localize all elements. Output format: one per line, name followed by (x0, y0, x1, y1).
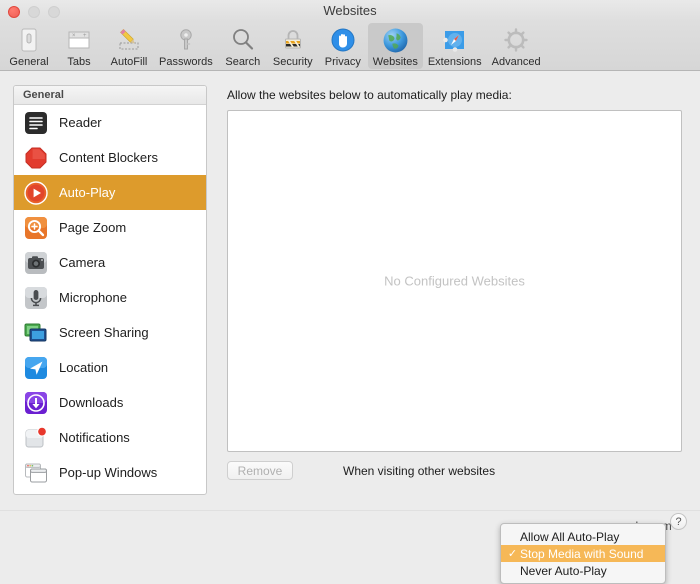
toolbar-label: Websites (372, 56, 418, 68)
downloads-icon (24, 391, 48, 415)
main-pane-footer: Remove When visiting other websites (227, 461, 682, 480)
preferences-toolbar: General × + Tabs AutoFill Passwords Sear… (0, 22, 700, 71)
sidebar-item-location[interactable]: Location (14, 350, 206, 385)
auto-play-popup-menu[interactable]: Allow All Auto-Play ✓ Stop Media with So… (500, 523, 666, 584)
other-websites-label: When visiting other websites (343, 463, 496, 478)
sidebar-header: General (14, 86, 206, 105)
sidebar-item-popup-windows[interactable]: Pop-up Windows (14, 455, 206, 490)
toolbar-item-autofill[interactable]: AutoFill (104, 23, 154, 69)
sidebar-item-label: Content Blockers (59, 150, 158, 165)
microphone-icon (24, 286, 48, 310)
toolbar-label: Security (272, 56, 313, 68)
location-icon (24, 356, 48, 380)
extensions-icon (440, 25, 470, 55)
toolbar-label: Search (225, 56, 261, 68)
sidebar-item-microphone[interactable]: Microphone (14, 280, 206, 315)
sidebar-item-label: Notifications (59, 430, 130, 445)
help-button[interactable]: ? (670, 513, 687, 530)
sidebar-item-notifications[interactable]: Notifications (14, 420, 206, 455)
toolbar-label: Privacy (324, 56, 361, 68)
menu-item-label: Allow All Auto-Play (520, 529, 620, 544)
sidebar-item-screen-sharing[interactable]: Screen Sharing (14, 315, 206, 350)
toolbar-item-websites[interactable]: Websites (367, 23, 423, 69)
toolbar-item-security[interactable]: Security (268, 23, 318, 69)
tabs-icon: × + (64, 25, 94, 55)
sidebar-item-label: Location (59, 360, 109, 375)
preferences-window: Websites General × + Tabs AutoFill Passw… (0, 0, 700, 584)
sidebar-item-label: Microphone (59, 290, 127, 305)
toolbar-label: Extensions (427, 56, 482, 68)
toolbar-label: Passwords (159, 56, 213, 68)
check-icon: ✓ (507, 548, 518, 560)
menu-item-never-auto-play[interactable]: Never Auto-Play (501, 562, 665, 579)
auto-play-icon (24, 180, 48, 205)
advanced-icon (501, 25, 531, 55)
sidebar-item-label: Screen Sharing (59, 325, 149, 340)
screen-sharing-icon (24, 321, 48, 345)
toolbar-label: Tabs (67, 56, 91, 68)
menu-item-label: Never Auto-Play (520, 563, 607, 578)
toolbar-item-extensions[interactable]: Extensions (423, 23, 487, 69)
toolbar-label: AutoFill (110, 56, 148, 68)
window-title: Websites (323, 3, 377, 18)
sidebar-item-content-blockers[interactable]: Content Blockers (14, 140, 206, 175)
sidebar-item-reader[interactable]: Reader (14, 105, 206, 140)
security-icon (278, 25, 308, 55)
sidebar-item-label: Downloads (59, 395, 124, 410)
toolbar-label: General (9, 56, 49, 68)
sidebar-item-downloads[interactable]: Downloads (14, 385, 206, 420)
reader-icon (24, 111, 48, 135)
main-pane-title: Allow the websites below to automaticall… (227, 88, 512, 102)
sidebar-item-label: Camera (59, 255, 106, 270)
sidebar-item-camera[interactable]: Camera (14, 245, 206, 280)
sidebar-item-label: Page Zoom (59, 220, 127, 235)
preferences-body: General Reader Content Blockers Auto-Pla… (0, 71, 700, 584)
autofill-icon (114, 25, 144, 55)
title-bar: Websites (0, 0, 700, 22)
settings-sidebar: General Reader Content Blockers Auto-Pla… (13, 85, 207, 495)
toolbar-item-tabs[interactable]: × + Tabs (54, 23, 104, 69)
svg-text:+: + (83, 33, 87, 39)
menu-item-stop-media-with-sound[interactable]: ✓ Stop Media with Sound (501, 545, 665, 562)
menu-item-label: Stop Media with Sound (520, 546, 644, 561)
empty-list-message: No Configured Websites (384, 273, 525, 289)
popup-windows-icon (24, 461, 48, 485)
remove-button[interactable]: Remove (227, 461, 293, 480)
search-icon (228, 25, 258, 55)
content-blockers-icon (24, 146, 48, 170)
sidebar-item-label: Auto-Play (59, 185, 116, 200)
menu-item-allow-all-auto-play[interactable]: Allow All Auto-Play (501, 528, 665, 545)
sidebar-item-page-zoom[interactable]: Page Zoom (14, 210, 206, 245)
toolbar-item-passwords[interactable]: Passwords (154, 23, 218, 69)
configured-websites-list[interactable]: No Configured Websites (227, 110, 682, 452)
toolbar-item-search[interactable]: Search (218, 23, 268, 69)
camera-icon (24, 251, 48, 275)
passwords-icon (171, 25, 201, 55)
sidebar-item-label: Reader (59, 115, 102, 130)
main-pane: Allow the websites below to automaticall… (219, 85, 682, 495)
privacy-icon (328, 25, 358, 55)
toolbar-item-advanced[interactable]: Advanced (487, 23, 546, 69)
svg-text:×: × (72, 33, 76, 39)
toolbar-item-general[interactable]: General (4, 23, 54, 69)
sidebar-item-auto-play[interactable]: Auto-Play (14, 175, 206, 210)
websites-icon (380, 25, 410, 55)
toolbar-label: Advanced (491, 56, 541, 68)
notifications-icon (24, 426, 48, 450)
general-icon (14, 25, 44, 55)
sidebar-item-label: Pop-up Windows (59, 465, 158, 480)
toolbar-item-privacy[interactable]: Privacy (318, 23, 368, 69)
page-zoom-icon (24, 216, 48, 240)
